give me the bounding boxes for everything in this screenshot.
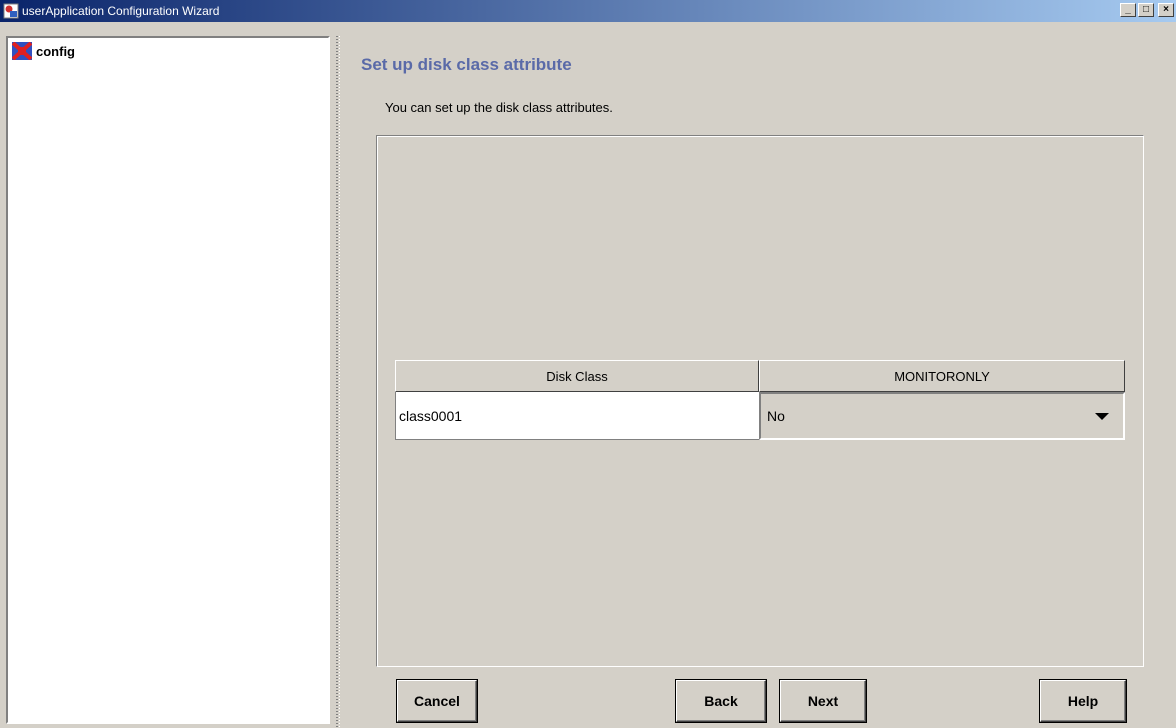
column-header-monitoronly[interactable]: MONITORONLY <box>759 360 1125 392</box>
chevron-down-icon[interactable] <box>1095 413 1109 420</box>
next-button[interactable]: Next <box>780 680 866 722</box>
page-description: You can set up the disk class attributes… <box>385 100 613 115</box>
split-pane-divider[interactable] <box>332 36 344 728</box>
monitoronly-select[interactable]: No <box>759 392 1125 440</box>
tree-item-label: config <box>36 43 75 59</box>
page-title: Set up disk class attribute <box>361 55 572 74</box>
window-title: userApplication Configuration Wizard <box>22 4 220 18</box>
maximize-button[interactable]: □ <box>1138 3 1154 17</box>
app-icon <box>3 3 19 19</box>
close-button[interactable]: × <box>1158 3 1174 17</box>
config-node-icon <box>12 42 32 60</box>
maximize-icon: □ <box>1142 4 1150 15</box>
minimize-button[interactable]: _ <box>1120 3 1136 17</box>
close-icon: × <box>1163 4 1169 15</box>
minimize-icon: _ <box>1125 4 1131 15</box>
disk-class-cell[interactable]: class0001 <box>395 392 759 440</box>
back-button[interactable]: Back <box>676 680 766 722</box>
tree-item-config[interactable]: config <box>12 42 75 60</box>
tree-panel[interactable]: config <box>6 36 330 724</box>
disk-class-table: Disk Class MONITORONLY class0001 No <box>395 360 1127 445</box>
monitoronly-value: No <box>767 408 785 424</box>
column-header-disk-class[interactable]: Disk Class <box>395 360 759 392</box>
cancel-button[interactable]: Cancel <box>397 680 477 722</box>
title-bar[interactable]: userApplication Configuration Wizard _ □… <box>0 0 1176 22</box>
help-button[interactable]: Help <box>1040 680 1126 722</box>
window-controls: _ □ × <box>1120 3 1174 17</box>
wizard-window: userApplication Configuration Wizard _ □… <box>0 0 1176 728</box>
